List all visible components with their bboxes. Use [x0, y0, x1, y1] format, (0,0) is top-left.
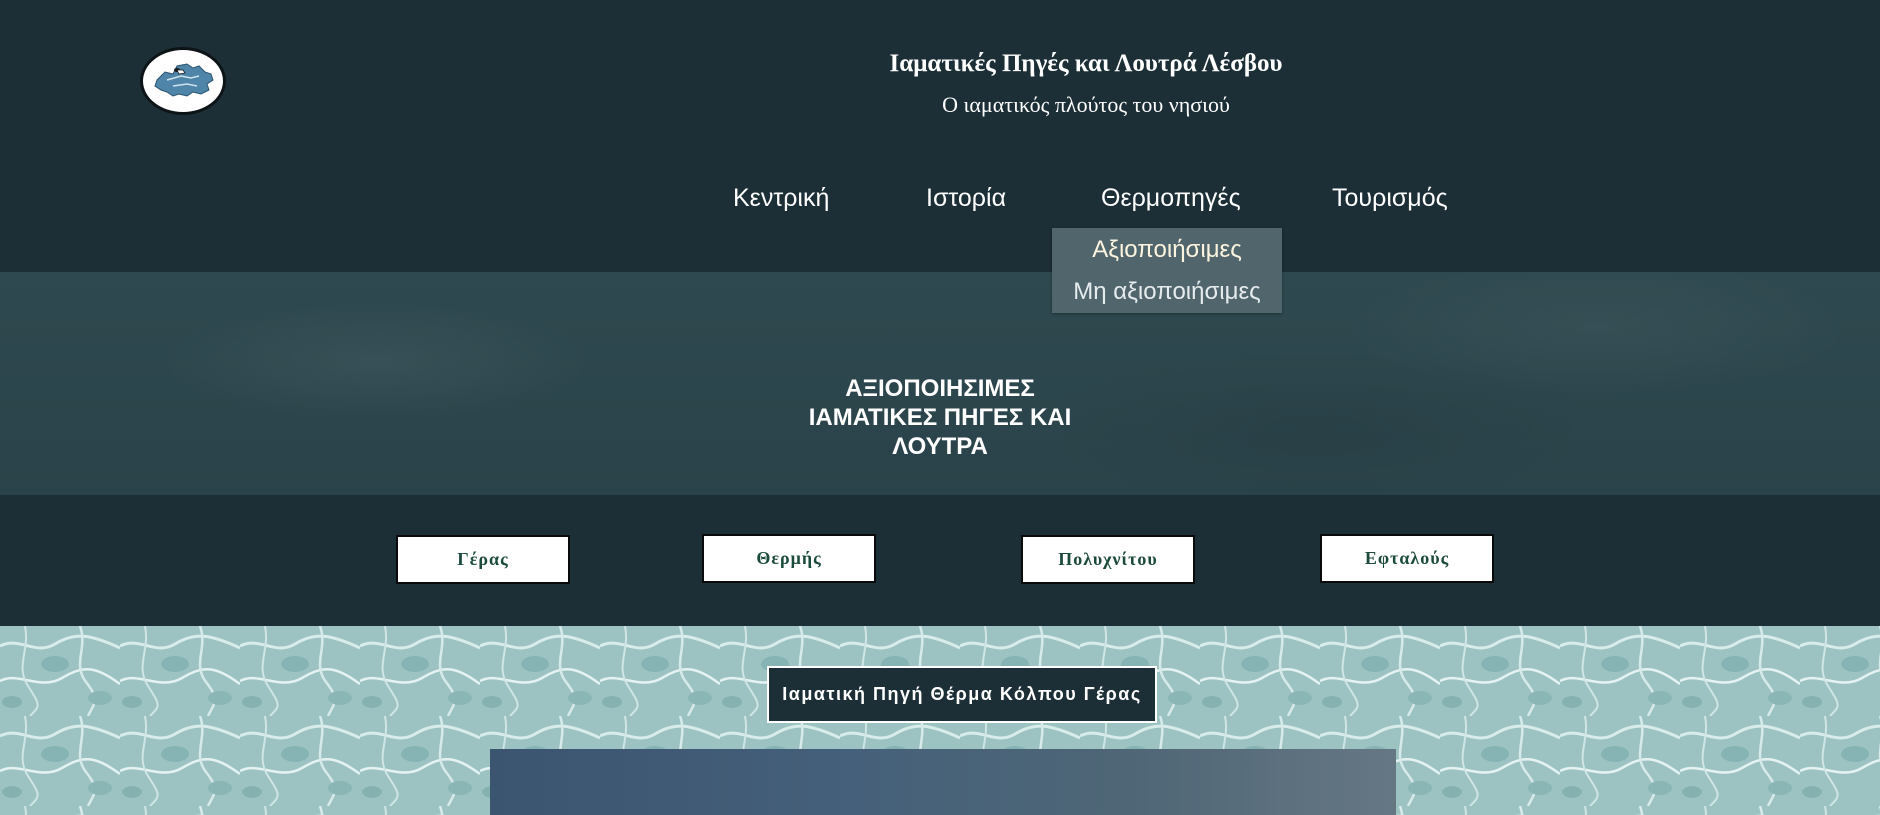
hero-banner: ΑΞΙΟΠΟΙΗΣΙΜΕΣ ΙΑΜΑΤΙΚΕΣ ΠΗΓΕΣ ΚΑΙ ΛΟΥΤΡΑ: [0, 272, 1880, 495]
dropdown-item-non-exploitable[interactable]: Μη αξιοποιήσιμες: [1052, 278, 1282, 306]
nav-item-home[interactable]: Κεντρική: [733, 184, 829, 213]
location-button-polichnitou[interactable]: Πολυχνίτου: [1021, 535, 1195, 584]
site-header: Ιαματικές Πηγές και Λουτρά Λέσβου Ο ιαμα…: [0, 0, 1880, 272]
dropdown-item-exploitable[interactable]: Αξιοποιήσιμες: [1052, 236, 1282, 264]
location-button-geras[interactable]: Γέρας: [396, 535, 570, 584]
thermal-springs-dropdown: Αξιοποιήσιμες Μη αξιοποιήσιμες: [1052, 228, 1282, 313]
nav-item-thermal-springs[interactable]: Θερμοπηγές: [1101, 184, 1241, 213]
hero-title: ΑΞΙΟΠΟΙΗΣΙΜΕΣ ΙΑΜΑΤΙΚΕΣ ΠΗΓΕΣ ΚΑΙ ΛΟΥΤΡΑ: [740, 374, 1140, 461]
spring-photo: [490, 749, 1396, 815]
hero-title-line: ΑΞΙΟΠΟΙΗΣΙΜΕΣ: [845, 375, 1035, 402]
nav-item-history[interactable]: Ιστορία: [926, 184, 1006, 213]
water-background-section: Ιαματική Πηγή Θέρμα Κόλπου Γέρας: [0, 626, 1880, 815]
site-title: Ιαματικές Πηγές και Λουτρά Λέσβου: [889, 50, 1283, 77]
spring-caption-button[interactable]: Ιαματική Πηγή Θέρμα Κόλπου Γέρας: [767, 666, 1157, 723]
site-subtitle: Ο ιαματικός πλούτος του νησιού: [942, 92, 1230, 117]
hero-title-line: ΙΑΜΑΤΙΚΕΣ ΠΗΓΕΣ ΚΑΙ: [808, 404, 1072, 431]
location-button-thermis[interactable]: Θερμής: [702, 534, 876, 583]
main-nav: Κεντρική Ιστορία Θερμοπηγές Τουρισμός: [0, 184, 1880, 218]
location-button-eftalou[interactable]: Εφταλούς: [1320, 534, 1494, 583]
location-buttons-bar: Γέρας Θερμής Πολυχνίτου Εφταλούς: [0, 495, 1880, 626]
nav-item-tourism[interactable]: Τουρισμός: [1332, 184, 1448, 213]
hero-title-line: ΛΟΥΤΡΑ: [892, 433, 988, 460]
